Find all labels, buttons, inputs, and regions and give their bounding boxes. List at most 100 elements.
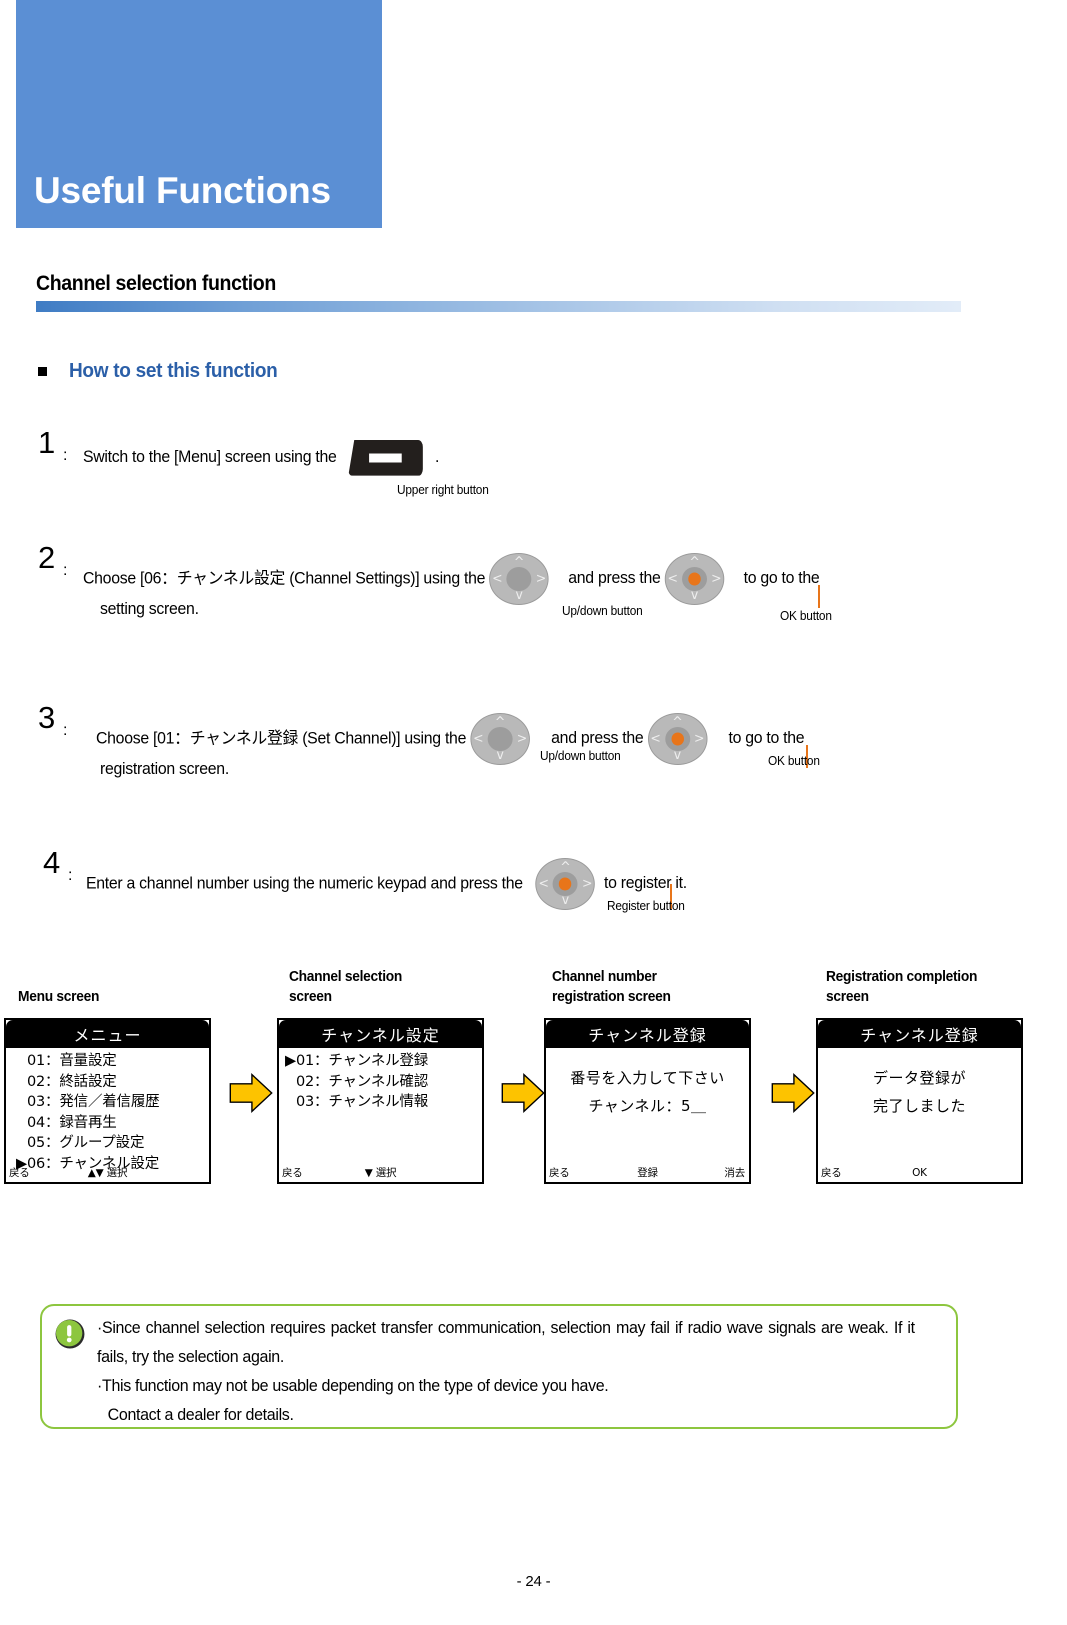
ok-center-dot-icon (688, 572, 701, 586)
menu-item: 01：音量設定 (6, 1051, 209, 1072)
menu-item-label: 02：終話設定 (27, 1073, 117, 1090)
screen-label-menu: Menu screen (18, 989, 100, 1005)
softkey-register: 登録 (637, 1167, 658, 1179)
section-heading: Channel selection function (36, 272, 276, 295)
exclamation-icon (53, 1317, 87, 1351)
callout-updown-button-3: Up/down button (540, 749, 621, 763)
softkey-ok: OK (912, 1166, 927, 1179)
step-3-body-line2: registration screen. (100, 760, 229, 778)
lcd-title-channel-selection: チャンネル設定 (279, 1020, 482, 1048)
square-bullet-icon (38, 367, 47, 376)
note-box: ·Since channel selection requires packet… (40, 1304, 958, 1429)
step-1-text: Switch to the [Menu] screen using the (83, 448, 337, 466)
softkey-back: 戻る (9, 1167, 30, 1179)
chevron-left-icon: < (473, 731, 484, 747)
chevron-right-icon: > (582, 876, 593, 892)
screen-label-channel-number: Channel number registration screen (552, 969, 671, 1005)
step-4-colon: : (68, 867, 73, 884)
subsection-heading: How to set this function (69, 360, 278, 382)
menu-item-label: 03：発信／着信履歴 (27, 1094, 160, 1110)
menu-item: 02：チャンネル確認 (279, 1072, 482, 1093)
note-item-text: Contact a dealer for details. (107, 1406, 294, 1424)
lcd-message-line: 番号を入力して下さい (570, 1069, 725, 1087)
register-button-icon: ^ v < > (535, 858, 596, 910)
lcd-body-channel-number: 番号を入力して下さい チャンネル：5＿ (546, 1048, 749, 1176)
lcd-channel-number-screen: チャンネル登録 番号を入力して下さい チャンネル：5＿ 戻る 登録 消去 (544, 1018, 751, 1184)
lcd-title-registration-completion: チャンネル登録 (818, 1020, 1021, 1048)
dpad-hub (487, 727, 513, 751)
lcd-footer-menu: 戻る ▲▼ 選択 (6, 1163, 209, 1182)
step-4-number: 4 (43, 845, 60, 880)
lcd-message-line: 完了しました (872, 1097, 966, 1115)
menu-item-label: 01：音量設定 (27, 1053, 117, 1069)
step-4-text-c: to register it. (604, 874, 687, 893)
step-2-text-a: Choose [06：チャンネル設定 (Channel Settings)] u… (83, 569, 486, 588)
upper-right-button-icon (348, 439, 424, 476)
chevron-left-icon: < (650, 731, 661, 747)
callout-upper-right-button: Upper right button (397, 483, 489, 497)
flow-arrow-icon (228, 1070, 274, 1116)
lcd-footer-channel-number: 戻る 登録 消去 (546, 1163, 749, 1182)
softkey-back: 戻る (282, 1167, 303, 1179)
softkey-select-label: 選択 (106, 1167, 128, 1179)
screen-label-registration-completion: Registration completion screen (826, 969, 978, 1005)
caret-icon: ▶ (285, 1053, 296, 1069)
step-3-text-b: and press the (551, 729, 644, 748)
step-1-number: 1 (38, 425, 55, 460)
lcd-footer-channel-selection: 戻る ▼ 選択 (279, 1163, 482, 1182)
ok-button-icon: ^ v < > (647, 713, 708, 765)
lcd-title-channel-number: チャンネル登録 (546, 1020, 749, 1048)
menu-item: 02：終話設定 (6, 1072, 209, 1093)
menu-item-label: 04：録音再生 (27, 1114, 117, 1131)
step-4-text-a: Enter a channel number using the numeric… (86, 874, 523, 893)
subsection-heading-row: How to set this function (38, 360, 288, 383)
softkey-back: 戻る (549, 1167, 570, 1179)
down-arrow-icon: ▼ (364, 1167, 373, 1179)
softkey-select: ▲▼ 選択 (88, 1165, 128, 1180)
flow-arrow-icon (770, 1070, 816, 1116)
ok-button-icon: ^ v < > (664, 553, 725, 605)
note-item: ·This function may not be usable dependi… (97, 1372, 915, 1401)
lcd-body-registration-completion: データ登録が 完了しました (818, 1048, 1021, 1176)
lcd-registration-completion-screen: チャンネル登録 データ登録が 完了しました 戻る OK (816, 1018, 1023, 1184)
chevron-right-icon: > (516, 731, 527, 747)
step-4-body: Enter a channel number using the numeric… (86, 858, 950, 910)
lcd-menu-screen: メニュー 01：音量設定 02：終話設定 03：発信／着信履歴 04：録音再生 … (4, 1018, 211, 1184)
menu-item-label: 02：チャンネル確認 (296, 1073, 429, 1090)
lcd-body-menu: 01：音量設定 02：終話設定 03：発信／着信履歴 04：録音再生 05：グル… (6, 1048, 209, 1172)
chapter-banner: Useful Functions (16, 0, 382, 228)
lcd-title-menu: メニュー (6, 1020, 209, 1048)
menu-item: 04：録音再生 (6, 1113, 209, 1134)
note-item: ·Since channel selection requires packet… (97, 1314, 915, 1372)
step-2-number: 2 (38, 540, 55, 575)
chevron-left-icon: < (667, 571, 678, 587)
step-1-body: Switch to the [Menu] screen using the . (83, 438, 947, 476)
step-3-number: 3 (38, 700, 55, 735)
note-item-text: Since channel selection requires packet … (97, 1319, 915, 1366)
step-3-text-c: to go to the (728, 729, 805, 748)
step-3-text-a: Choose [01：チャンネル登録 (Set Channel)] using … (96, 729, 467, 748)
updown-button-icon: ^ v < > (470, 713, 530, 765)
lcd-input-line: チャンネル：5＿ (588, 1097, 707, 1115)
updown-button-icon: ^ v < > (489, 553, 549, 605)
chevron-left-icon: < (538, 876, 549, 892)
step-1-colon: : (63, 447, 68, 464)
ok-callout-leader (818, 585, 820, 608)
page-number: - 24 - (516, 1573, 551, 1590)
screen-flow-diagram: Menu screen Channel selection screen Cha… (0, 955, 1067, 1215)
chevron-right-icon: > (711, 571, 722, 587)
chapter-title: Useful Functions (34, 170, 331, 211)
step-2-text-b: and press the (568, 569, 661, 588)
chevron-left-icon: < (492, 571, 503, 587)
dpad-hub (506, 567, 532, 591)
callout-ok-button-2: OK button (780, 609, 832, 623)
step-2-colon: : (63, 562, 68, 579)
note-item-text: This function may not be usable dependin… (102, 1377, 609, 1395)
softkey-select-label: 選択 (375, 1167, 397, 1179)
flow-arrow-icon (500, 1070, 546, 1116)
lcd-footer-registration-completion: 戻る OK (818, 1163, 1021, 1182)
lcd-body-channel-selection: ▶01：チャンネル登録 02：チャンネル確認 03：チャンネル情報 (279, 1048, 482, 1163)
menu-item-label: 03：チャンネル情報 (296, 1094, 429, 1110)
chevron-right-icon: > (694, 731, 705, 747)
softkey-back: 戻る (821, 1167, 842, 1179)
